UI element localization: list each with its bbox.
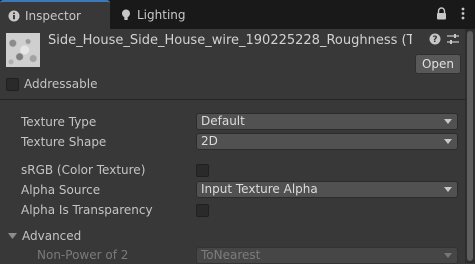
texture-type-dropdown[interactable]: Default bbox=[196, 113, 458, 130]
alpha-source-dropdown[interactable]: Input Texture Alpha bbox=[196, 181, 458, 198]
non-power-of-2-label: Non-Power of 2 bbox=[37, 248, 129, 262]
srgb-checkbox[interactable] bbox=[196, 164, 209, 177]
divider bbox=[0, 99, 465, 100]
chevron-down-icon bbox=[444, 119, 452, 124]
chevron-down-icon bbox=[444, 139, 452, 144]
addressable-label: Addressable bbox=[24, 77, 98, 91]
alpha-is-transparency-checkbox[interactable] bbox=[196, 204, 209, 217]
tab-bar: Inspector Lighting bbox=[0, 0, 475, 29]
scrollbar-thumb[interactable] bbox=[467, 31, 473, 261]
addressable-row: Addressable bbox=[6, 77, 97, 91]
tab-inspector[interactable]: Inspector bbox=[0, 0, 110, 29]
lock-icon[interactable] bbox=[435, 6, 447, 20]
texture-shape-dropdown[interactable]: 2D bbox=[196, 133, 458, 150]
texture-shape-label: Texture Shape bbox=[21, 135, 107, 149]
help-icon[interactable]: ? bbox=[429, 33, 441, 48]
asset-header: Side_House_Side_House_wire_190225228_Rou… bbox=[0, 29, 475, 74]
asset-title: Side_House_Side_House_wire_190225228_Rou… bbox=[48, 33, 412, 48]
texture-thumbnail bbox=[6, 33, 40, 67]
tab-lighting[interactable]: Lighting bbox=[112, 0, 202, 29]
tab-label: Inspector bbox=[25, 8, 81, 23]
srgb-label: sRGB (Color Texture) bbox=[21, 163, 146, 177]
tab-label: Lighting bbox=[137, 7, 186, 22]
kebab-menu-icon[interactable] bbox=[457, 6, 469, 20]
alpha-source-value: Input Texture Alpha bbox=[201, 182, 318, 196]
chevron-down-icon bbox=[444, 253, 452, 258]
texture-type-value: Default bbox=[201, 114, 245, 128]
settings-sliders-icon[interactable] bbox=[447, 33, 459, 48]
info-icon bbox=[8, 10, 20, 22]
texture-shape-value: 2D bbox=[201, 134, 218, 148]
svg-text:?: ? bbox=[432, 35, 437, 45]
non-power-of-2-dropdown[interactable]: ToNearest bbox=[196, 247, 458, 264]
advanced-foldout[interactable]: Advanced bbox=[8, 229, 81, 243]
open-button[interactable]: Open bbox=[415, 54, 461, 74]
alpha-source-label: Alpha Source bbox=[21, 183, 101, 197]
lightbulb-icon bbox=[120, 9, 132, 21]
addressable-checkbox[interactable] bbox=[6, 77, 19, 91]
alpha-is-transparency-label: Alpha Is Transparency bbox=[21, 203, 153, 217]
non-power-of-2-value: ToNearest bbox=[201, 248, 261, 262]
advanced-label: Advanced bbox=[22, 229, 82, 243]
chevron-down-icon bbox=[444, 187, 452, 192]
scrollbar[interactable] bbox=[465, 29, 475, 263]
texture-type-label: Texture Type bbox=[21, 115, 97, 129]
foldout-arrow-icon bbox=[8, 233, 17, 239]
